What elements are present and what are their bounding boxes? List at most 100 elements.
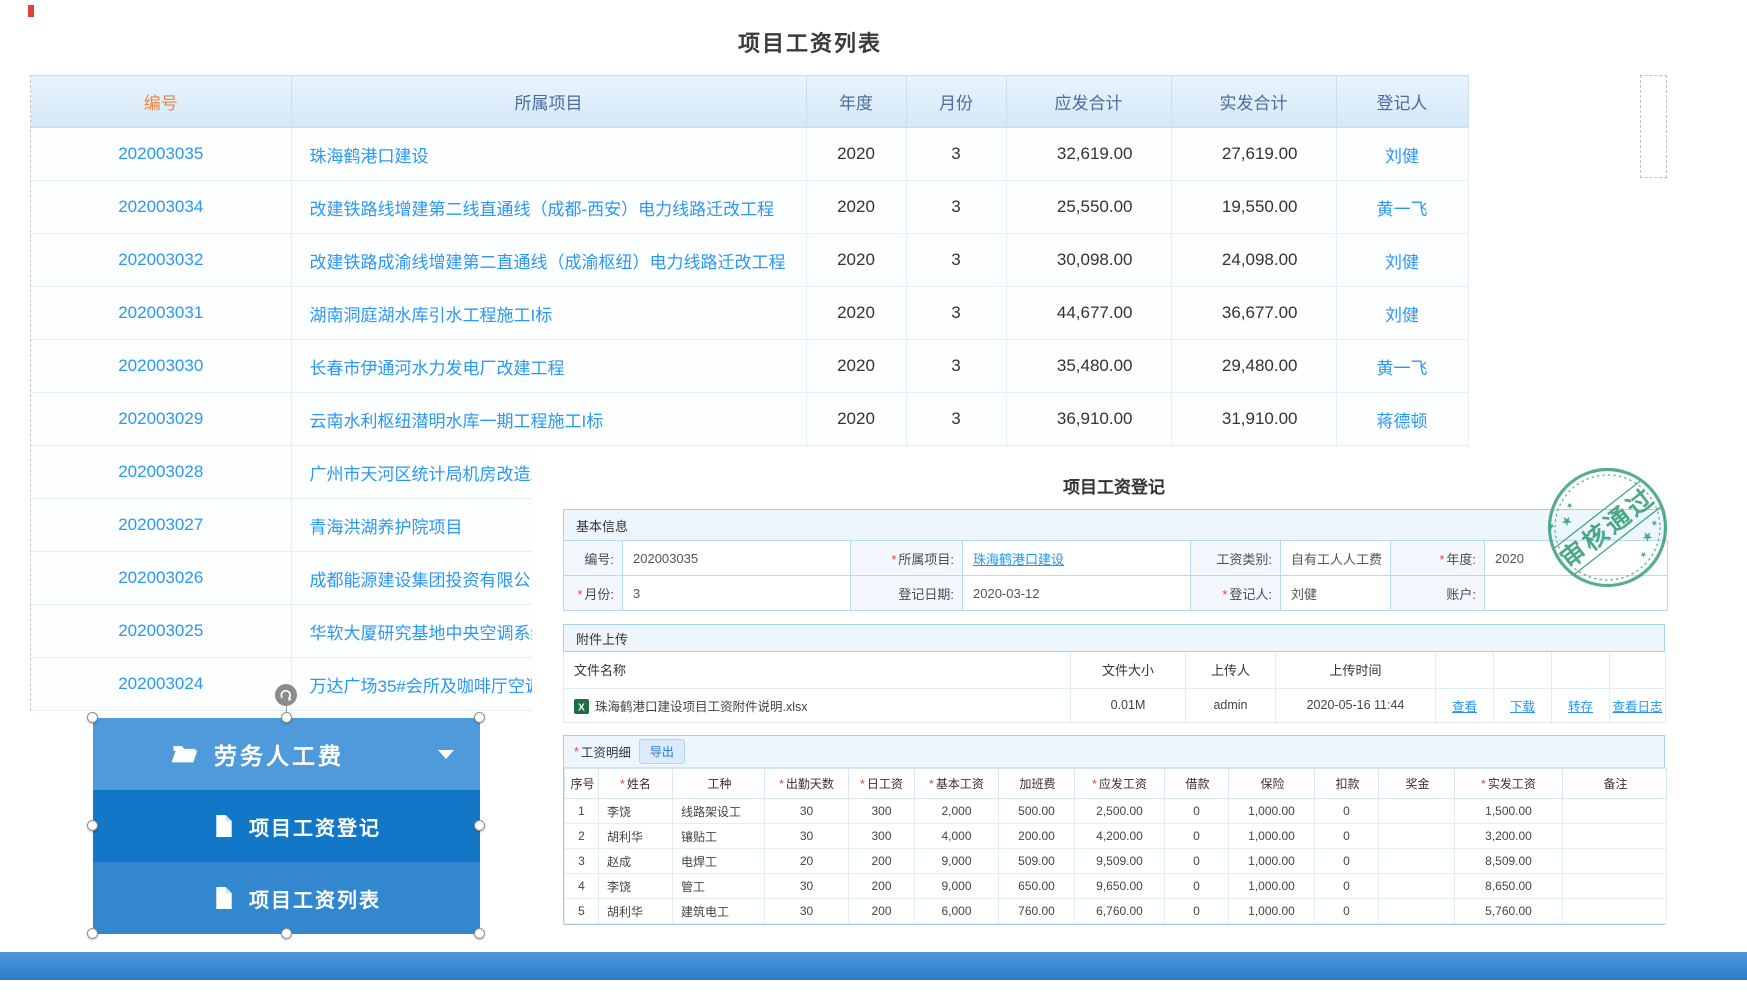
field-value-month[interactable]: 3 <box>623 576 851 611</box>
row-project-link[interactable]: 云南水利枢纽潜明水库一期工程施工I标 <box>291 393 806 446</box>
resize-handle-top-right[interactable] <box>474 712 485 723</box>
file-action-link[interactable]: 查看 <box>1452 700 1477 714</box>
detail-trade: 线路架设工 <box>673 799 765 824</box>
col-header-registrar[interactable]: 登记人 <box>1336 76 1468 128</box>
row-project-link[interactable]: 改建铁路线增建第二线直通线（成都-西安）电力线路迁改工程 <box>291 181 806 234</box>
table-row: 202003032 改建铁路成渝线增建第二直通线（成渝枢纽）电力线路迁改工程 2… <box>31 234 1468 287</box>
row-project-link[interactable]: 湖南洞庭湖水库引水工程施工I标 <box>291 287 806 340</box>
resize-handle-top-center[interactable] <box>281 712 292 723</box>
detail-loan: 0 <box>1165 824 1229 849</box>
section-detail-label: 工资明细 <box>581 742 631 761</box>
rotate-handle-icon[interactable] <box>275 684 297 706</box>
svg-text:★: ★ <box>1638 527 1656 546</box>
field-value-registrar[interactable]: 刘健 <box>1281 576 1391 611</box>
wage-detail-col-header: 序号 <box>565 769 599 799</box>
resize-handle-top-left[interactable] <box>87 712 98 723</box>
detail-overtime: 500.00 <box>999 799 1075 824</box>
file-action-link[interactable]: 查看日志 <box>1612 700 1662 714</box>
col-header-month[interactable]: 月份 <box>906 76 1006 128</box>
row-registrar-link[interactable]: 刘健 <box>1336 287 1468 340</box>
sidebar-item-wage-list[interactable]: 项目工资列表 <box>93 862 480 934</box>
file-action-link[interactable]: 下载 <box>1510 700 1535 714</box>
col-header-paid[interactable]: 实发合计 <box>1171 76 1336 128</box>
detail-days: 30 <box>765 824 849 849</box>
file-action-link[interactable]: 转存 <box>1568 700 1593 714</box>
detail-trade: 电焊工 <box>673 849 765 874</box>
resize-handle-bottom-center[interactable] <box>281 928 292 939</box>
resize-handle-left-middle[interactable] <box>87 820 98 831</box>
row-number-link[interactable]: 202003032 <box>31 234 291 287</box>
detail-payable: 9,650.00 <box>1075 874 1165 899</box>
col-header-year[interactable]: 年度 <box>806 76 906 128</box>
col-header-project[interactable]: 所属项目 <box>291 76 806 128</box>
field-label-number: 编号: <box>564 541 623 576</box>
file-time-cell: 2020-05-16 11:44 <box>1276 688 1436 722</box>
project-link[interactable]: 珠海鹤港口建设 <box>973 552 1064 567</box>
row-number-link[interactable]: 202003029 <box>31 393 291 446</box>
sidebar-item-label: 项目工资登记 <box>249 812 381 841</box>
row-registrar-link[interactable]: 刘健 <box>1336 234 1468 287</box>
row-project-link[interactable]: 改建铁路成渝线增建第二直通线（成渝枢纽）电力线路迁改工程 <box>291 234 806 287</box>
attachment-header-row: 文件名称 文件大小 上传人 上传时间 <box>564 652 1666 688</box>
export-button[interactable]: 导出 <box>639 739 685 764</box>
row-registrar-link[interactable]: 黄一飞 <box>1336 181 1468 234</box>
wage-detail-col-header: 工种 <box>673 769 765 799</box>
row-project-link[interactable]: 长春市伊通河水力发电厂改建工程 <box>291 340 806 393</box>
wage-detail-row: 1 李饶 线路架设工 30 300 2,000 500.00 2,500.00 … <box>565 799 1667 824</box>
sidebar-item-wage-register[interactable]: 项目工资登记 <box>93 790 480 862</box>
detail-paid: 8,509.00 <box>1455 849 1563 874</box>
row-paid-total: 31,910.00 <box>1171 393 1336 446</box>
section-attachment-label: 附件上传 <box>576 629 628 648</box>
resize-handle-bottom-left[interactable] <box>87 928 98 939</box>
row-number-link[interactable]: 202003024 <box>31 658 291 711</box>
file-action-cell: 查看 <box>1436 688 1494 722</box>
detail-trade: 镶贴工 <box>673 824 765 849</box>
detail-overtime: 650.00 <box>999 874 1075 899</box>
detail-days: 20 <box>765 849 849 874</box>
file-name-text: 珠海鹤港口建设项目工资附件说明.xlsx <box>595 700 808 714</box>
section-attachment: 附件上传 <box>563 624 1665 652</box>
resize-handle-right-middle[interactable] <box>474 820 485 831</box>
detail-days: 30 <box>765 799 849 824</box>
row-number-link[interactable]: 202003035 <box>31 128 291 181</box>
resize-handle-bottom-right[interactable] <box>474 928 485 939</box>
col-header-payable[interactable]: 应发合计 <box>1006 76 1171 128</box>
detail-payable: 6,760.00 <box>1075 899 1165 924</box>
field-value-register-date[interactable]: 2020-03-12 <box>963 576 1191 611</box>
file-name-cell[interactable]: X珠海鹤港口建设项目工资附件说明.xlsx <box>564 688 1071 722</box>
wage-detail-col-header: 保险 <box>1229 769 1315 799</box>
detail-name: 胡利华 <box>599 824 673 849</box>
row-number-link[interactable]: 202003034 <box>31 181 291 234</box>
detail-loan: 0 <box>1165 874 1229 899</box>
row-number-link[interactable]: 202003031 <box>31 287 291 340</box>
detail-loan: 0 <box>1165 799 1229 824</box>
field-value-wage-type[interactable]: 自有工人人工费 <box>1281 541 1391 576</box>
col-header-number[interactable]: 编号 <box>31 76 291 128</box>
row-number-link[interactable]: 202003027 <box>31 499 291 552</box>
row-year: 2020 <box>806 340 906 393</box>
basic-info-form: 编号: 202003035 *所属项目: 珠海鹤港口建设 工资类别: 自有工人人… <box>563 540 1668 611</box>
approval-stamp: 审核通过 ★ ★ ★ ★ ★ ★ <box>1545 465 1670 590</box>
row-payable-total: 36,910.00 <box>1006 393 1171 446</box>
row-registrar-link[interactable]: 蒋德顿 <box>1336 393 1468 446</box>
row-number-link[interactable]: 202003026 <box>31 552 291 605</box>
row-number-link[interactable]: 202003028 <box>31 446 291 499</box>
row-payable-total: 35,480.00 <box>1006 340 1171 393</box>
sidebar-item-labor-cost[interactable]: 劳务人工费 <box>93 718 480 790</box>
row-year: 2020 <box>806 181 906 234</box>
detail-loan: 0 <box>1165 849 1229 874</box>
row-number-link[interactable]: 202003025 <box>31 605 291 658</box>
chevron-down-icon[interactable] <box>438 750 454 759</box>
detail-day-wage: 200 <box>849 899 915 924</box>
row-number-link[interactable]: 202003030 <box>31 340 291 393</box>
row-registrar-link[interactable]: 刘健 <box>1336 128 1468 181</box>
field-value-number[interactable]: 202003035 <box>623 541 851 576</box>
detail-paid: 3,200.00 <box>1455 824 1563 849</box>
row-paid-total: 29,480.00 <box>1171 340 1336 393</box>
row-project-link[interactable]: 珠海鹤港口建设 <box>291 128 806 181</box>
detail-days: 30 <box>765 874 849 899</box>
file-uploader-cell: admin <box>1186 688 1276 722</box>
detail-insurance: 1,000.00 <box>1229 874 1315 899</box>
row-registrar-link[interactable]: 黄一飞 <box>1336 340 1468 393</box>
detail-deduction: 0 <box>1315 874 1379 899</box>
